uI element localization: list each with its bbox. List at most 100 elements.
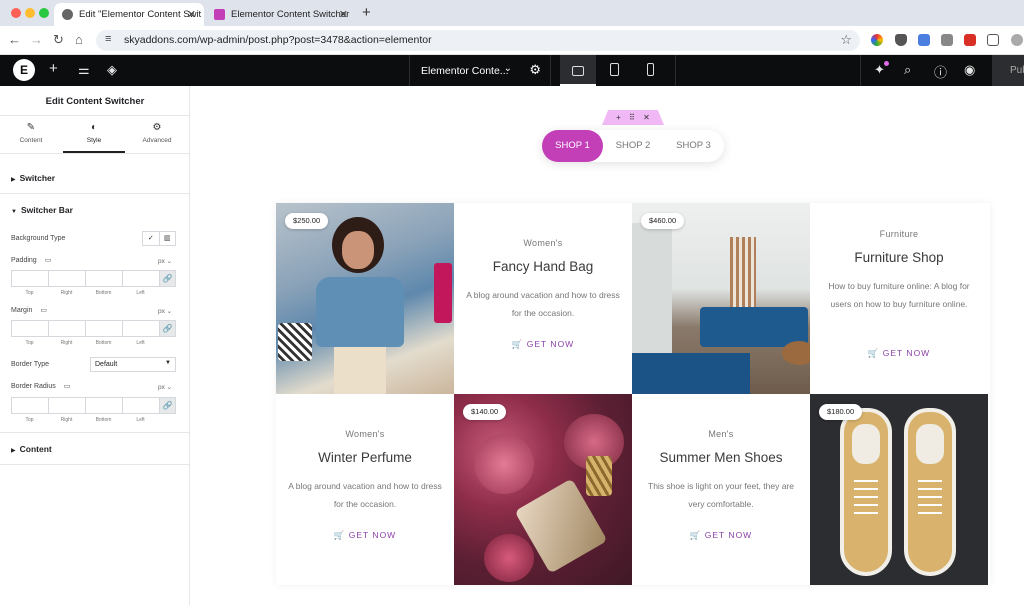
product-category: Women's	[523, 238, 563, 248]
home-icon[interactable]: ⌂	[75, 32, 83, 47]
structure-layers-icon[interactable]: ◈	[107, 62, 117, 78]
tablet-icon	[609, 63, 619, 76]
product-description: A blog around vacation and how to dress …	[466, 290, 620, 318]
add-element-icon[interactable]: +	[49, 60, 58, 77]
link-values-icon[interactable]: 🔗	[159, 397, 176, 414]
product-card-fancy-hand-bag: Women's Fancy Hand Bag A blog around vac…	[454, 203, 632, 394]
tab-content[interactable]: ✎ Content	[0, 116, 62, 153]
section-switcher-bar-toggle[interactable]: ▼ Switcher Bar	[11, 205, 73, 215]
editor-panel: Edit Content Switcher ✎ Content ◐ Style …	[0, 86, 190, 605]
browser-tab-editor[interactable]: Edit "Elementor Content Swit ✕	[54, 3, 204, 26]
link-values-icon[interactable]: 🔗	[159, 320, 176, 337]
get-now-button[interactable]: 🛒 GET NOW	[632, 530, 810, 541]
tablet-view-button[interactable]	[596, 55, 632, 86]
add-section-icon[interactable]: +	[616, 113, 621, 122]
close-window-button[interactable]	[11, 8, 21, 18]
close-tab-icon[interactable]: ✕	[187, 8, 196, 21]
section-content-toggle[interactable]: ▶ Content	[11, 444, 52, 454]
forward-arrow-icon[interactable]: →	[30, 32, 43, 47]
help-icon[interactable]: ⓘ	[934, 62, 947, 81]
padding-left-input[interactable]	[122, 270, 159, 287]
extension-translate-icon[interactable]	[918, 34, 930, 46]
pencil-icon: ✎	[26, 122, 36, 133]
chevron-down-icon: ⌄	[503, 63, 512, 74]
padding-unit-select[interactable]: px ⌄	[158, 257, 172, 265]
get-now-button[interactable]: 🛒 GET NOW	[276, 530, 454, 541]
preview-eye-icon[interactable]: ◉	[964, 62, 975, 78]
product-card-winter-perfume: Women's Winter Perfume A blog around vac…	[276, 394, 454, 585]
get-now-button[interactable]: 🛒 GET NOW	[454, 339, 632, 350]
notification-dot	[884, 61, 889, 66]
margin-unit-select[interactable]: px ⌄	[158, 307, 172, 315]
radius-bottom-input[interactable]	[85, 397, 122, 414]
search-icon[interactable]: ⌕	[904, 62, 911, 78]
tab-advanced[interactable]: ⚙ Advanced	[126, 116, 188, 153]
globe-icon	[62, 9, 73, 20]
drag-handle-icon[interactable]: ⠿	[629, 113, 635, 122]
radius-left-input[interactable]	[122, 397, 159, 414]
padding-bottom-input[interactable]	[85, 270, 122, 287]
get-now-button[interactable]: 🛒 GET NOW	[810, 348, 988, 359]
padding-top-input[interactable]	[11, 270, 48, 287]
photo-detail	[474, 434, 534, 494]
maximize-window-button[interactable]	[39, 8, 49, 18]
product-description: A blog around vacation and how to dress …	[288, 481, 442, 509]
elementor-top-bar: E + ⚌ ◈ Elementor Conte... ⌄ ⚙ ✦ ⌕ ⓘ ◉ P…	[0, 55, 1024, 86]
padding-dim-labels: Top Right Bottom Left	[11, 290, 159, 296]
document-title-dropdown[interactable]: Elementor Conte... ⌄ ⚙	[409, 55, 551, 86]
margin-right-input[interactable]	[48, 320, 85, 337]
page-settings-gear-icon[interactable]: ⚙	[529, 62, 541, 78]
product-image-furniture[interactable]: $460.00	[632, 203, 810, 394]
delete-section-icon[interactable]: ✕	[643, 113, 650, 122]
extension-screenshot-icon[interactable]	[941, 34, 953, 46]
border-radius-unit-select[interactable]: px ⌄	[158, 383, 172, 391]
product-image-shoes[interactable]: $180.00	[810, 394, 988, 585]
padding-right-input[interactable]	[48, 270, 85, 287]
extension-color-icon[interactable]	[871, 34, 883, 46]
desktop-view-button[interactable]	[560, 55, 596, 86]
bookmark-star-icon[interactable]: ☆	[840, 32, 852, 48]
mobile-view-button[interactable]	[632, 55, 668, 86]
classic-brush-icon[interactable]: ✓	[143, 232, 159, 245]
browser-tab-preview[interactable]: Elementor Content Switcher ✕	[206, 3, 356, 26]
dim-label: Bottom	[95, 417, 112, 423]
section-handle[interactable]: + ⠿ ✕	[602, 110, 664, 125]
new-tab-icon[interactable]: +	[362, 4, 371, 21]
switcher-item-shop-3[interactable]: SHOP 3	[663, 130, 724, 162]
border-type-select[interactable]: Default ▼	[90, 357, 176, 372]
extensions-puzzle-icon[interactable]	[987, 34, 999, 46]
switcher-item-shop-2[interactable]: SHOP 2	[603, 130, 663, 162]
address-bar[interactable]: ≡ skyaddons.com/wp-admin/post.php?post=3…	[96, 30, 860, 51]
margin-left-input[interactable]	[122, 320, 159, 337]
extension-shield-icon[interactable]	[895, 34, 907, 46]
unit-label: px	[158, 384, 165, 391]
monitor-icon[interactable]: ▭	[64, 383, 71, 390]
radius-top-input[interactable]	[11, 397, 48, 414]
site-settings-sliders-icon[interactable]: ⚌	[78, 62, 90, 78]
product-description: This shoe is light on your feet, they ar…	[648, 481, 794, 509]
section-switcher-toggle[interactable]: ▶ Switcher	[11, 173, 55, 183]
content-switcher-bar: SHOP 1 SHOP 2 SHOP 3	[542, 130, 724, 162]
caret-right-icon: ▶	[11, 448, 16, 454]
minimize-window-button[interactable]	[25, 8, 35, 18]
radius-right-input[interactable]	[48, 397, 85, 414]
reload-icon[interactable]: ↻	[53, 32, 64, 48]
profile-avatar[interactable]	[1011, 34, 1023, 46]
link-values-icon[interactable]: 🔗	[159, 270, 176, 287]
close-tab-icon[interactable]: ✕	[339, 8, 348, 21]
extension-v-icon[interactable]	[964, 34, 976, 46]
margin-bottom-input[interactable]	[85, 320, 122, 337]
tab-style[interactable]: ◐ Style	[63, 116, 125, 153]
site-info-icon[interactable]: ≡	[105, 33, 111, 45]
elementor-logo-icon[interactable]: E	[13, 59, 35, 81]
monitor-icon[interactable]: ▭	[40, 307, 47, 314]
back-arrow-icon[interactable]: ←	[8, 32, 21, 47]
publish-button[interactable]: Publish	[992, 55, 1024, 86]
product-image-perfume[interactable]: $140.00	[454, 394, 632, 585]
dim-label: Right	[60, 417, 73, 423]
gradient-icon[interactable]: ▥	[158, 232, 176, 245]
monitor-icon[interactable]: ▭	[45, 257, 52, 264]
margin-top-input[interactable]	[11, 320, 48, 337]
product-image-handbag[interactable]: $250.00	[276, 203, 454, 394]
switcher-item-shop-1[interactable]: SHOP 1	[542, 130, 603, 162]
